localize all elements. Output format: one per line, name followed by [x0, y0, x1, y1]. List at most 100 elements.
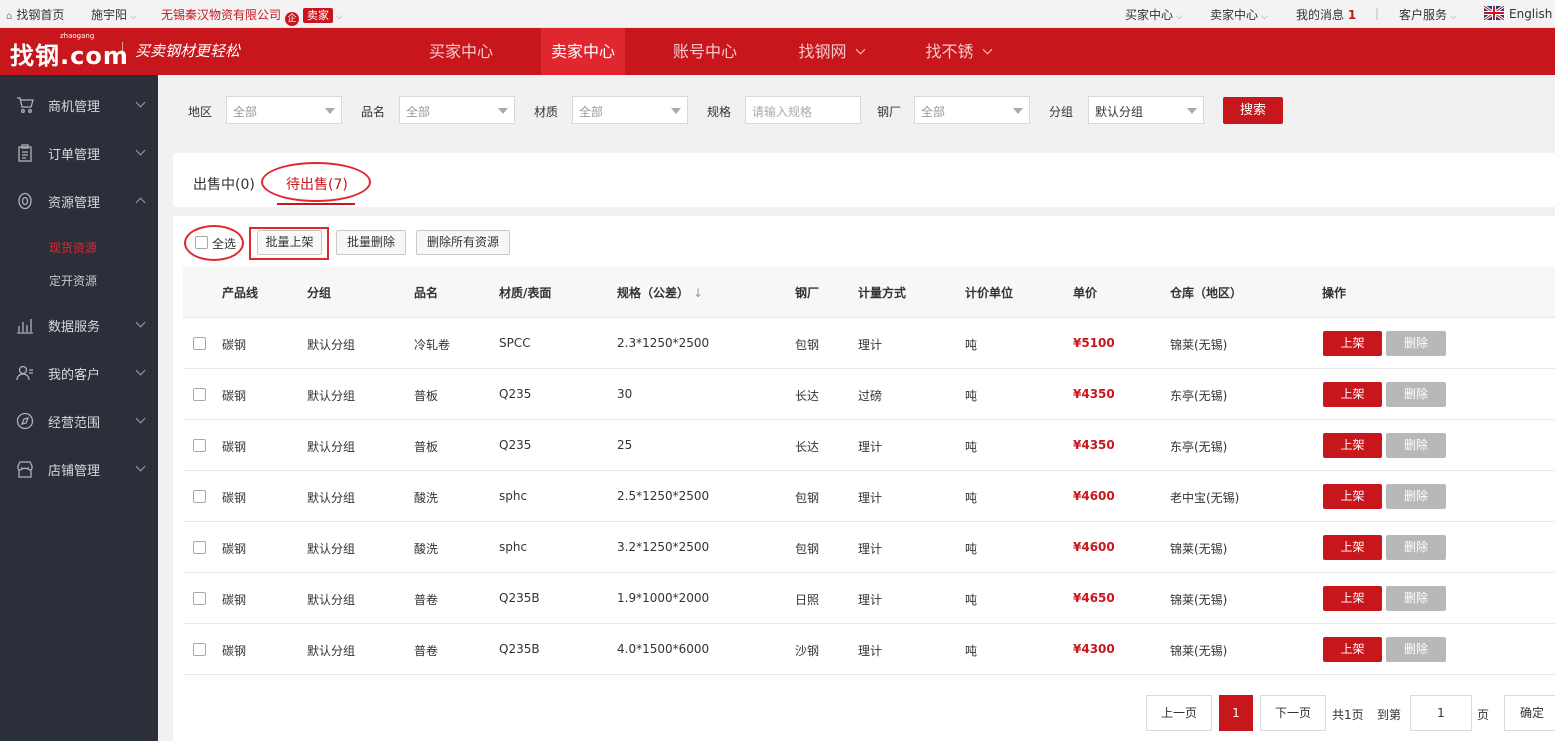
row-checkbox[interactable]: [193, 388, 206, 401]
row-checkbox[interactable]: [193, 337, 206, 350]
language-switch[interactable]: English: [1484, 6, 1552, 21]
page-number-input[interactable]: 1: [1410, 695, 1472, 731]
prev-page-button[interactable]: 上一页: [1146, 695, 1212, 731]
chevron-down-icon: ⌵: [1450, 12, 1457, 22]
region-select[interactable]: 全部: [226, 96, 342, 124]
chevron-down-icon: [135, 413, 146, 424]
home-link[interactable]: ⌂ 找钢首页: [6, 6, 64, 23]
sidebar-item-data[interactable]: 数据服务: [0, 301, 158, 349]
dropdown-arrow-icon: [1187, 108, 1197, 114]
nav-account-center[interactable]: 账号中心: [662, 28, 748, 75]
cell-mill: 包钢: [795, 491, 820, 505]
messages-count: 1: [1347, 8, 1357, 22]
search-button[interactable]: 搜索: [1223, 97, 1283, 124]
list-item-button[interactable]: 上架: [1323, 382, 1382, 407]
col-mill: 钢厂: [795, 286, 820, 300]
batch-delete-button[interactable]: 批量删除: [336, 230, 406, 255]
next-page-button[interactable]: 下一页: [1260, 695, 1326, 731]
cell-material: Q235B: [499, 642, 540, 656]
row-checkbox[interactable]: [193, 643, 206, 656]
product-select[interactable]: 全部: [399, 96, 515, 124]
chevron-down-icon: [135, 145, 146, 156]
cell-measure: 理计: [858, 440, 883, 454]
col-material: 材质/表面: [499, 286, 552, 300]
delete-all-button[interactable]: 删除所有资源: [416, 230, 510, 255]
nav-buyer-center[interactable]: 买家中心: [417, 28, 505, 75]
user-menu[interactable]: 施宇阳 ⌵: [91, 6, 137, 23]
chevron-down-icon: [135, 317, 146, 328]
delete-item-button[interactable]: 删除: [1386, 331, 1446, 356]
table-header: 产品线 分组 品名 材质/表面 规格（公差） ↓ 钢厂 计量方式 计价单位 单价 …: [183, 266, 1555, 318]
page-1-button[interactable]: 1: [1219, 695, 1253, 731]
delete-item-button[interactable]: 删除: [1386, 433, 1446, 458]
cell-product-name: 酸洗: [414, 542, 439, 556]
delete-item-button[interactable]: 删除: [1386, 637, 1446, 662]
highlight-ellipse: [261, 162, 371, 202]
sidebar-item-orders[interactable]: 订单管理: [0, 129, 158, 177]
nav-seller-center[interactable]: 卖家中心: [541, 28, 625, 75]
chevron-up-icon: [135, 197, 146, 208]
service-menu[interactable]: 客户服务 ⌵: [1399, 6, 1457, 23]
list-item-button[interactable]: 上架: [1323, 637, 1382, 662]
delete-item-button[interactable]: 删除: [1386, 586, 1446, 611]
row-checkbox[interactable]: [193, 592, 206, 605]
logo-subtext: zhaogang: [60, 32, 95, 40]
cell-group: 默认分组: [307, 389, 356, 403]
cell-price: ¥4600: [1073, 489, 1115, 503]
col-price-unit: 计价单位: [965, 286, 1014, 300]
cell-mill: 沙钢: [795, 644, 820, 658]
logo[interactable]: 找钢.com: [10, 36, 129, 71]
delete-item-button[interactable]: 删除: [1386, 484, 1446, 509]
messages-link[interactable]: 我的消息 1: [1296, 6, 1356, 23]
spec-label: 规格: [707, 105, 732, 119]
sort-down-icon[interactable]: ↓: [693, 286, 703, 300]
material-select[interactable]: 全部: [572, 96, 688, 124]
list-item-button[interactable]: 上架: [1323, 586, 1382, 611]
sidebar-item-customers[interactable]: 我的客户: [0, 349, 158, 397]
seller-center-menu[interactable]: 卖家中心 ⌵: [1210, 6, 1268, 23]
sidebar-item-resources[interactable]: 资源管理: [0, 177, 158, 225]
cell-price: ¥4650: [1073, 591, 1115, 605]
sidebar-sub-spot[interactable]: 现货资源: [49, 239, 97, 256]
buyer-center-menu[interactable]: 买家中心 ⌵: [1125, 6, 1183, 23]
cell-price: ¥4300: [1073, 642, 1115, 656]
cell-material: sphc: [499, 489, 528, 503]
row-checkbox[interactable]: [193, 490, 206, 503]
list-item-button[interactable]: 上架: [1323, 535, 1382, 560]
company-link[interactable]: 无锡秦汉物资有限公司企卖家 ⌵: [161, 6, 343, 26]
cell-product-line: 碳钢: [222, 491, 247, 505]
cell-price: ¥4600: [1073, 540, 1115, 554]
chevron-down-icon: [135, 461, 146, 472]
mill-select[interactable]: 全部: [914, 96, 1030, 124]
col-actions: 操作: [1322, 286, 1347, 300]
list-item-button[interactable]: 上架: [1323, 484, 1382, 509]
group-select[interactable]: 默认分组: [1088, 96, 1204, 124]
sidebar-sub-custom[interactable]: 定开资源: [49, 272, 97, 289]
select-all-checkbox[interactable]: [195, 236, 208, 249]
list-item-button[interactable]: 上架: [1323, 433, 1382, 458]
cell-group: 默认分组: [307, 542, 356, 556]
region-label: 地区: [188, 105, 213, 119]
list-item-button[interactable]: 上架: [1323, 331, 1382, 356]
row-checkbox[interactable]: [193, 541, 206, 554]
cell-warehouse: 东亭(无锡): [1170, 440, 1228, 454]
mill-label: 钢厂: [877, 105, 902, 119]
delete-item-button[interactable]: 删除: [1386, 535, 1446, 560]
tab-on-sale[interactable]: 出售中(0): [193, 174, 255, 194]
batch-list-button[interactable]: 批量上架: [257, 230, 322, 255]
col-spec[interactable]: 规格（公差） ↓: [617, 284, 703, 301]
confirm-page-button[interactable]: 确定: [1504, 695, 1555, 731]
cell-spec: 25: [617, 438, 633, 452]
sidebar-item-opportunity[interactable]: 商机管理: [0, 81, 158, 129]
cell-product-name: 冷轧卷: [414, 338, 451, 352]
nav-stainless[interactable]: 找不锈: [912, 28, 1004, 75]
row-checkbox[interactable]: [193, 439, 206, 452]
cell-measure: 理计: [858, 644, 883, 658]
spec-input[interactable]: 请输入规格: [745, 96, 861, 124]
coil-icon: [18, 192, 32, 210]
sidebar-item-scope[interactable]: 经营范围: [0, 397, 158, 445]
delete-item-button[interactable]: 删除: [1386, 382, 1446, 407]
nav-zhaogang[interactable]: 找钢网: [785, 28, 877, 75]
sidebar-item-store[interactable]: 店铺管理: [0, 445, 158, 493]
cell-product-name: 普卷: [414, 593, 439, 607]
